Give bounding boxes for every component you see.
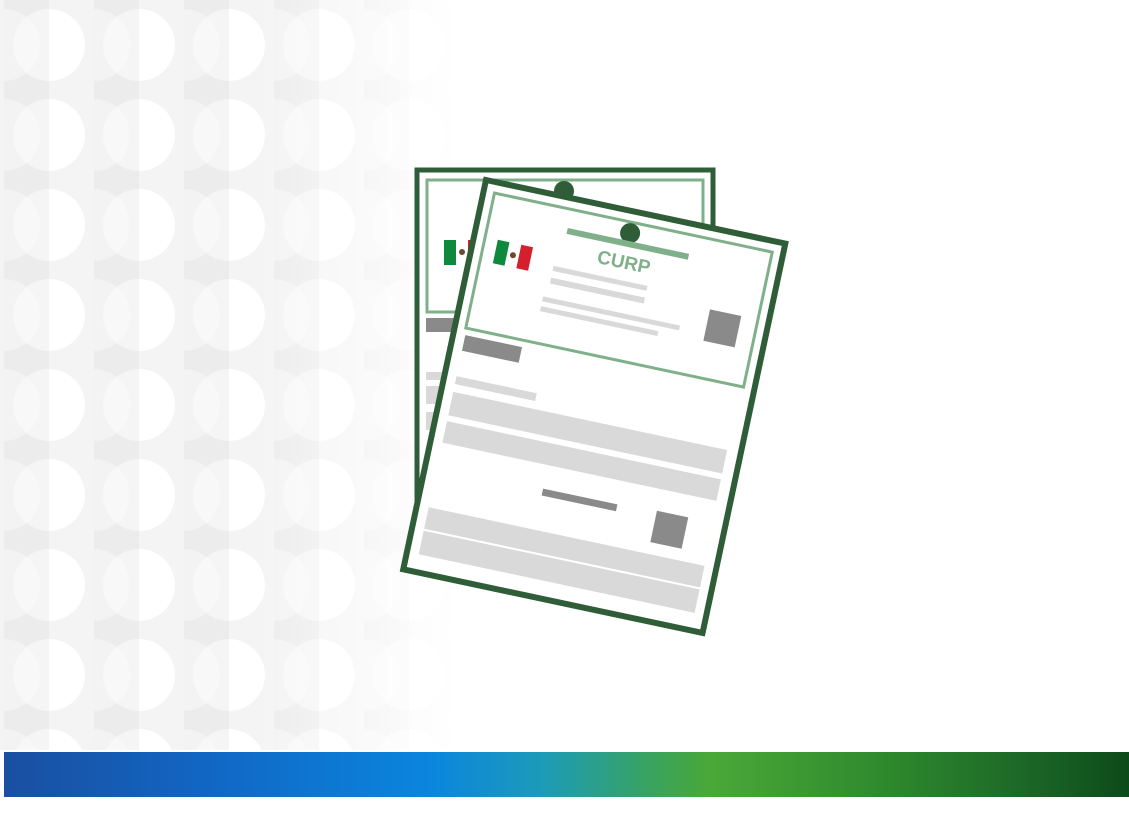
brand-gradient-bar xyxy=(4,752,1129,797)
bottom-strip xyxy=(0,797,1129,813)
curp-document-illustration: CURP xyxy=(399,167,789,637)
